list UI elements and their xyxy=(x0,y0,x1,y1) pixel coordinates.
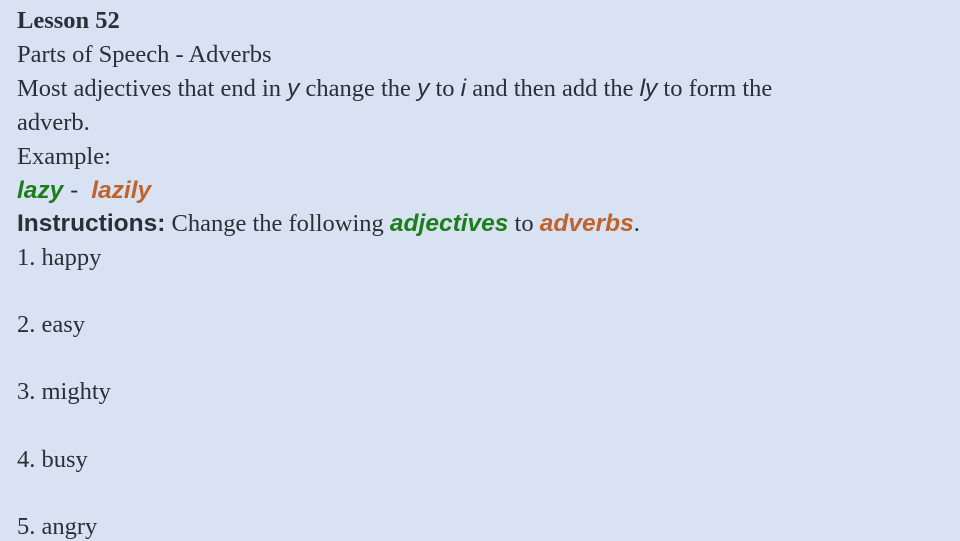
rule-part: to xyxy=(429,75,461,102)
rule-suffix-ly: ly xyxy=(639,75,658,102)
rule-letter-y: y xyxy=(287,75,300,102)
instructions-text: Change the following xyxy=(165,210,390,237)
exercise-item: 5. angry xyxy=(17,513,98,540)
rule-text: Most adjectives that end in y change the… xyxy=(17,75,772,103)
keyword-adjectives: adjectives xyxy=(389,210,509,237)
rule-part: Most adjectives that end in xyxy=(17,75,288,102)
instructions-period: . xyxy=(633,210,640,237)
exercise-item: 4. busy xyxy=(17,446,88,473)
exercise-item: 1. happy xyxy=(17,244,102,271)
exercise-item: 3. mighty xyxy=(17,378,111,405)
example: lazy - lazily xyxy=(17,177,151,205)
exercise-item: 2. easy xyxy=(17,311,86,338)
example-adjective: lazy xyxy=(17,177,64,204)
rule-part: change the xyxy=(299,75,418,102)
instructions: Instructions: Change the following adjec… xyxy=(17,210,640,238)
subtitle: Parts of Speech - Adverbs xyxy=(17,41,272,68)
instructions-text: to xyxy=(508,210,540,237)
lesson-title: Lesson 52 xyxy=(17,7,120,34)
example-separator: - xyxy=(63,177,86,204)
rule-part: and then add the xyxy=(466,75,640,102)
example-label: Example: xyxy=(17,143,111,170)
instructions-label: Instructions: xyxy=(17,210,166,237)
example-adverb: lazily xyxy=(91,177,152,204)
rule-text-continued: adverb. xyxy=(17,109,90,136)
slide: Lesson 52 Parts of Speech - Adverbs Most… xyxy=(0,0,960,540)
keyword-adverbs: adverbs xyxy=(539,210,634,237)
rule-letter-y: y xyxy=(417,75,430,102)
rule-part: to form the xyxy=(657,75,773,102)
